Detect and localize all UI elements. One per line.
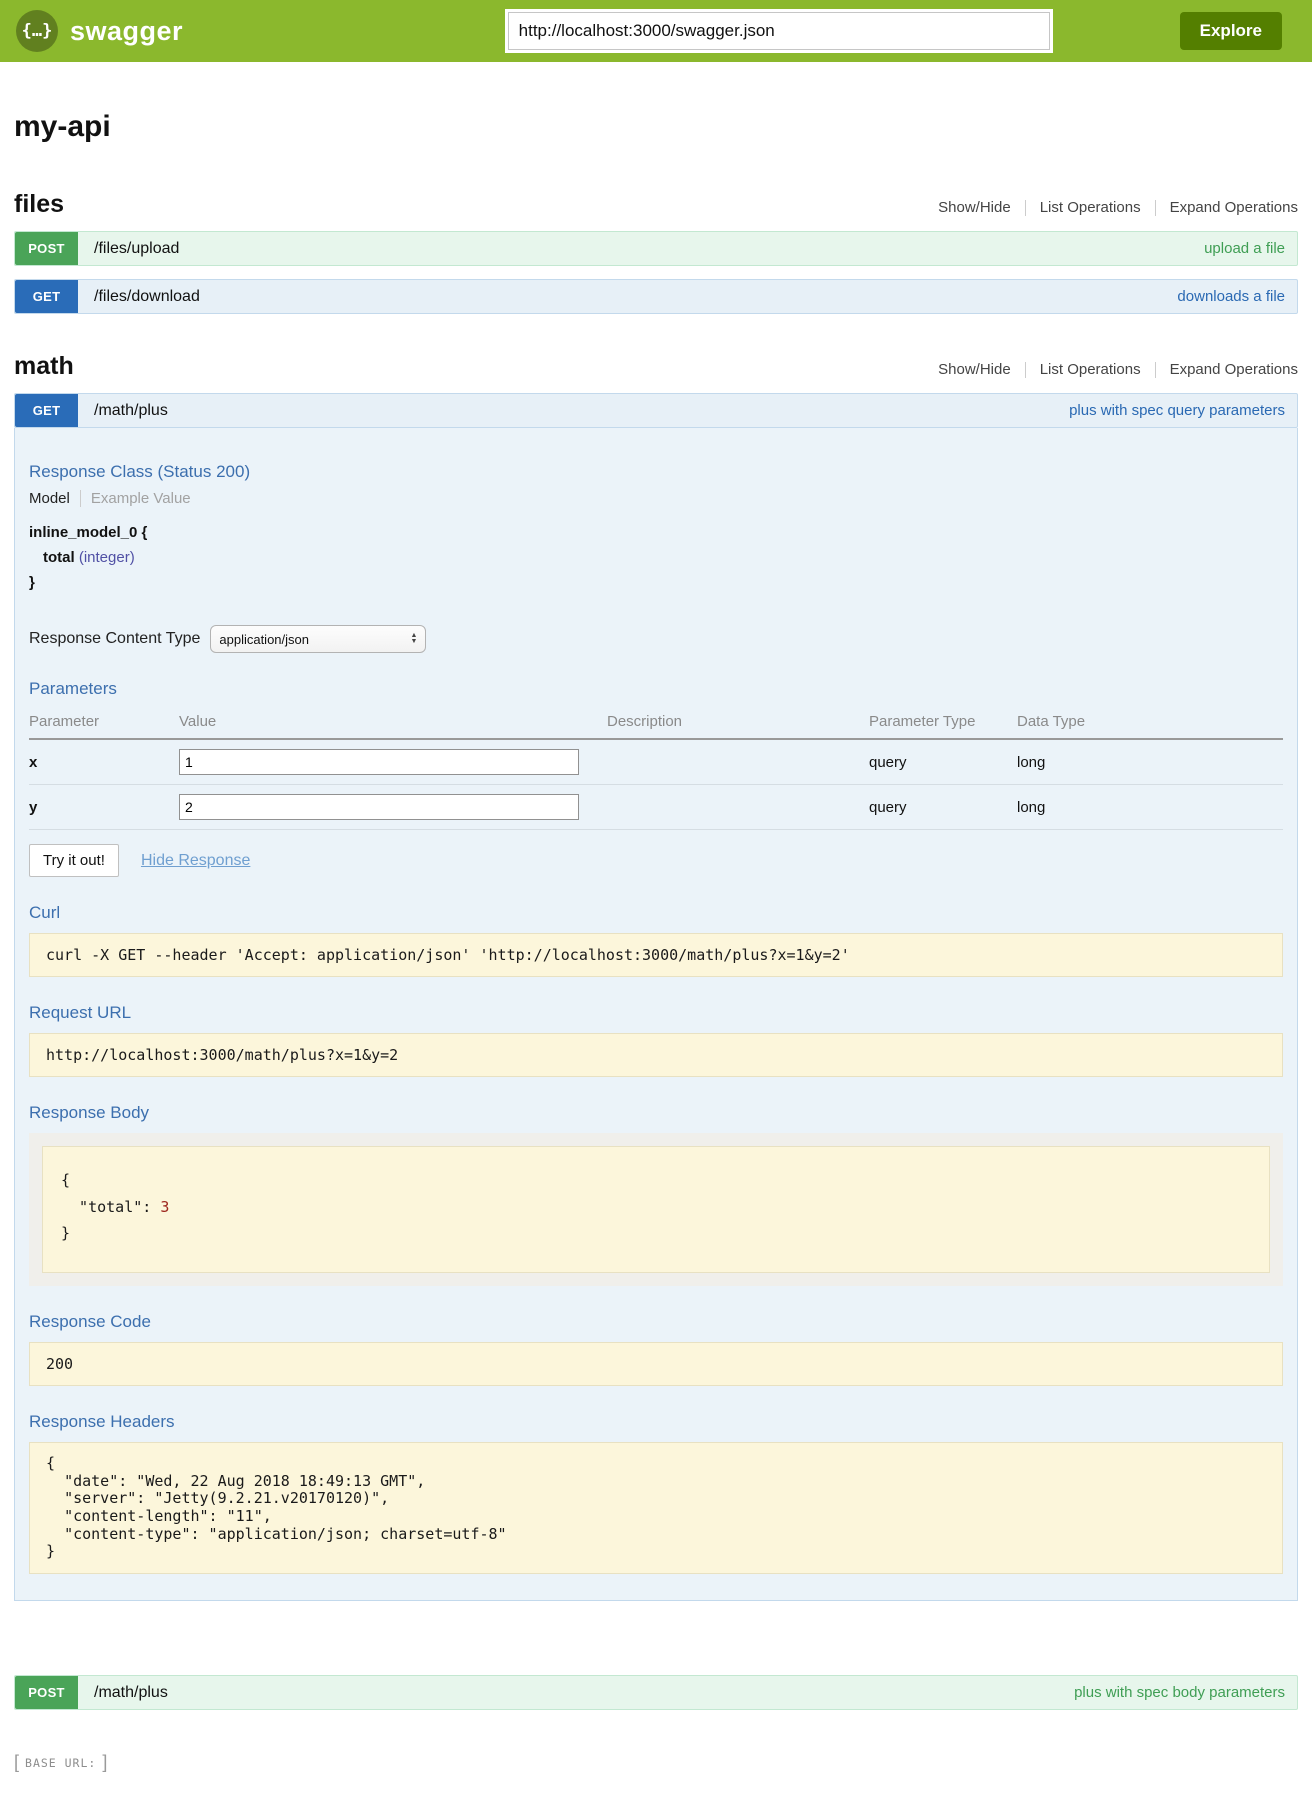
col-parameter-type: Parameter Type [869,707,1017,739]
files-list-operations-link[interactable]: List Operations [1040,199,1141,216]
math-expand-operations-link[interactable]: Expand Operations [1170,361,1298,378]
operation-summary-link[interactable]: plus with spec query parameters [1069,402,1285,419]
param-name: x [29,739,179,785]
response-class-heading: Response Class (Status 200) [29,462,1283,482]
select-stepper-icon: ▲▼ [410,633,417,645]
operation-path[interactable]: /math/plus [94,402,168,420]
request-url-heading: Request URL [29,1003,1283,1023]
swagger-logo-icon: {…} [16,10,58,52]
get-method-badge: GET [15,280,78,313]
operation-summary-link[interactable]: upload a file [1204,240,1285,257]
section-math: math Show/Hide List Operations Expand Op… [14,352,1298,1710]
parameter-row-y: y query long [29,785,1283,830]
page-body: my-api files Show/Hide List Operations E… [0,110,1312,1799]
selected-content-type: application/json [219,632,309,647]
json-value: 3 [160,1198,169,1216]
operation-post-files-upload[interactable]: POST /files/upload upload a file [14,231,1298,266]
divider [1025,200,1026,216]
model-close-line: } [29,571,1283,596]
section-files: files Show/Hide List Operations Expand O… [14,190,1298,314]
tab-model[interactable]: Model [29,490,81,507]
operation-detail-panel: Response Class (Status 200) Model Exampl… [14,428,1298,1601]
model-signature: inline_model_0 { total (integer) } [29,521,1283,595]
explore-button[interactable]: Explore [1180,12,1282,50]
files-section-title: files [14,190,64,219]
col-data-type: Data Type [1017,707,1283,739]
post-method-badge: POST [15,1676,78,1709]
page-title: my-api [14,110,1298,144]
brand-title: swagger [70,16,183,47]
hide-response-link[interactable]: Hide Response [141,852,250,870]
files-show-hide-link[interactable]: Show/Hide [938,199,1011,216]
operation-summary-link[interactable]: downloads a file [1177,288,1285,305]
divider [1025,362,1026,378]
response-body-heading: Response Body [29,1103,1283,1123]
base-url-footer: [ BASE URL: ] [14,1752,1298,1799]
math-list-operations-link[interactable]: List Operations [1040,361,1141,378]
parameter-row-x: x query long [29,739,1283,785]
base-url-open-bracket: [ [14,1752,19,1773]
get-method-badge: GET [15,394,78,427]
param-data-type: long [1017,739,1283,785]
param-type: query [869,739,1017,785]
model-open-line: inline_model_0 { [29,521,1283,546]
tab-example-value[interactable]: Example Value [81,490,191,507]
response-code-value: 200 [29,1342,1283,1386]
json-open-brace: { [61,1167,1251,1193]
response-content-type-row: Response Content Type application/json ▲… [29,625,1283,653]
col-value: Value [179,707,607,739]
model-property-type: (integer) [79,549,135,566]
divider [1155,362,1156,378]
response-headers-heading: Response Headers [29,1412,1283,1432]
param-type: query [869,785,1017,830]
response-body-json: { "total": 3} [42,1146,1270,1273]
parameters-table: Parameter Value Description Parameter Ty… [29,707,1283,830]
curl-command: curl -X GET --header 'Accept: applicatio… [29,933,1283,977]
spec-url-input[interactable] [508,12,1050,50]
files-expand-operations-link[interactable]: Expand Operations [1170,199,1298,216]
curl-heading: Curl [29,903,1283,923]
header-bar: {…} swagger Explore [0,0,1312,62]
base-url-close-bracket: ] [102,1752,107,1773]
operation-path[interactable]: /math/plus [94,1684,168,1702]
response-content-type-label: Response Content Type [29,630,200,648]
base-url-label: BASE URL: [25,1756,96,1770]
operation-get-math-plus[interactable]: GET /math/plus plus with spec query para… [14,393,1298,428]
request-url-value: http://localhost:3000/math/plus?x=1&y=2 [29,1033,1283,1077]
col-description: Description [607,707,869,739]
param-description [607,739,869,785]
divider [1155,200,1156,216]
model-tabs: Model Example Value [29,490,1283,507]
operation-summary-link[interactable]: plus with spec body parameters [1074,1684,1285,1701]
math-show-hide-link[interactable]: Show/Hide [938,361,1011,378]
operation-path[interactable]: /files/upload [94,240,179,258]
param-name: y [29,785,179,830]
param-data-type: long [1017,785,1283,830]
operation-path[interactable]: /files/download [94,288,200,306]
try-it-out-button[interactable]: Try it out! [29,844,119,877]
col-parameter: Parameter [29,707,179,739]
json-close-brace: } [61,1220,1251,1246]
post-method-badge: POST [15,232,78,265]
response-body-container: { "total": 3} [29,1133,1283,1286]
response-headers-json: { "date": "Wed, 22 Aug 2018 18:49:13 GMT… [29,1442,1283,1574]
math-section-title: math [14,352,74,381]
operation-get-files-download[interactable]: GET /files/download downloads a file [14,279,1298,314]
response-content-type-select[interactable]: application/json ▲▼ [210,625,426,653]
parameters-heading: Parameters [29,679,1283,699]
param-description [607,785,869,830]
param-y-value-input[interactable] [179,794,579,820]
json-key: "total": [61,1198,160,1216]
param-x-value-input[interactable] [179,749,579,775]
model-property-name: total [43,549,75,566]
response-code-heading: Response Code [29,1312,1283,1332]
operation-post-math-plus[interactable]: POST /math/plus plus with spec body para… [14,1675,1298,1710]
